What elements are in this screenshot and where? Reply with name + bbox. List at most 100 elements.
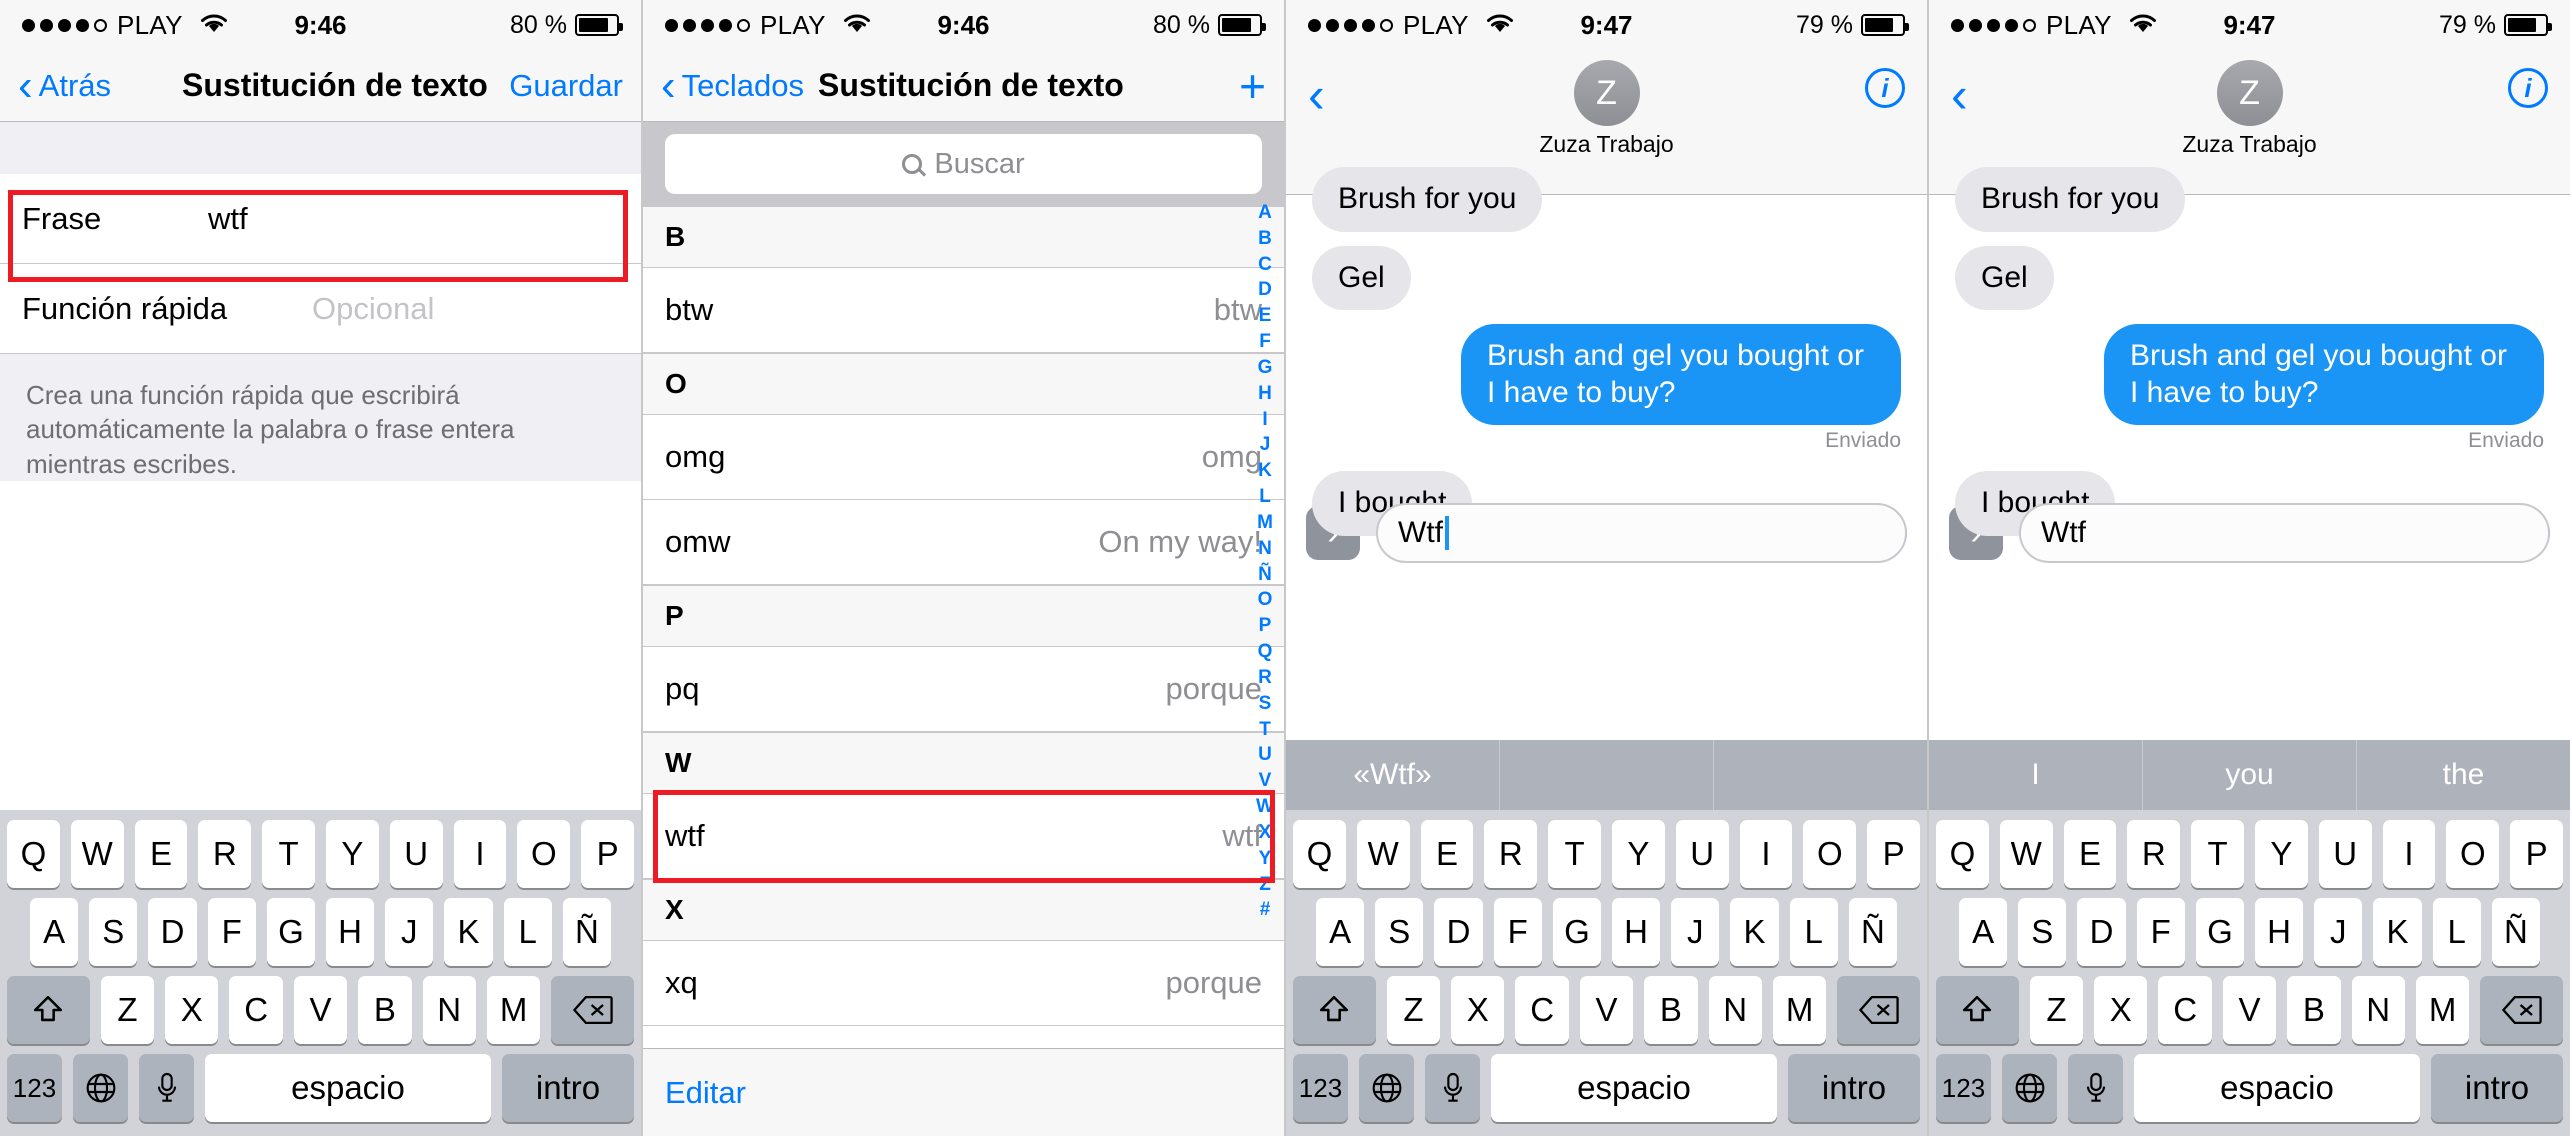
key-c[interactable]: C — [2158, 976, 2212, 1044]
index-letter[interactable]: A — [1258, 200, 1272, 226]
key-m[interactable]: M — [2415, 976, 2470, 1044]
key-b[interactable]: B — [358, 976, 412, 1044]
key-v[interactable]: V — [293, 976, 348, 1044]
microphone-icon[interactable] — [1425, 1054, 1480, 1122]
key-g[interactable]: G — [266, 898, 315, 966]
key-z[interactable]: Z — [2029, 976, 2084, 1044]
save-button[interactable]: Guardar — [509, 68, 623, 104]
key-e[interactable]: E — [2063, 820, 2117, 888]
index-letter[interactable]: B — [1258, 226, 1272, 252]
key-y[interactable]: Y — [2255, 820, 2308, 888]
key-p[interactable]: P — [2510, 820, 2563, 888]
key-enye[interactable]: Ñ — [1848, 898, 1898, 966]
index-letter[interactable]: W — [1256, 794, 1274, 820]
index-letter[interactable]: J — [1260, 432, 1271, 458]
delete-icon[interactable] — [551, 976, 634, 1044]
key-a[interactable]: A — [1315, 898, 1365, 966]
index-letter[interactable]: E — [1259, 303, 1272, 329]
key-t[interactable]: T — [2191, 820, 2244, 888]
key-n[interactable]: N — [1708, 976, 1762, 1044]
contact-header[interactable]: Z Zuza Trabajo — [1929, 60, 2570, 158]
return-key[interactable]: intro — [502, 1054, 634, 1122]
prediction-item[interactable] — [1500, 740, 1714, 810]
delete-icon[interactable] — [2480, 976, 2563, 1044]
phrase-row[interactable]: Frase wtf — [0, 174, 641, 264]
prediction-item[interactable] — [1714, 740, 1927, 810]
key-z[interactable]: Z — [100, 976, 155, 1044]
message-input[interactable]: Wtf — [2019, 503, 2550, 563]
index-letter[interactable]: # — [1260, 897, 1271, 923]
key-l[interactable]: L — [1789, 898, 1838, 966]
key-h[interactable]: H — [2255, 898, 2304, 966]
index-letter[interactable]: V — [1259, 768, 1272, 794]
globe-icon[interactable] — [1359, 1054, 1414, 1122]
message-input[interactable]: Wtf — [1376, 503, 1907, 563]
key-j[interactable]: J — [1671, 898, 1720, 966]
key-o[interactable]: O — [517, 820, 571, 888]
key-p[interactable]: P — [1867, 820, 1920, 888]
shift-icon[interactable] — [1293, 976, 1376, 1044]
key-c[interactable]: C — [1515, 976, 1569, 1044]
key-l[interactable]: L — [2432, 898, 2481, 966]
index-letter[interactable]: Ñ — [1258, 562, 1272, 588]
key-h[interactable]: H — [1612, 898, 1661, 966]
index-letter[interactable]: Z — [1259, 872, 1271, 898]
key-t[interactable]: T — [262, 820, 315, 888]
phrase-input[interactable]: wtf — [208, 201, 248, 237]
index-letter[interactable]: M — [1257, 510, 1273, 536]
key-j[interactable]: J — [2314, 898, 2363, 966]
space-key[interactable]: espacio — [205, 1054, 491, 1122]
globe-icon[interactable] — [2002, 1054, 2057, 1122]
index-letter[interactable]: D — [1258, 277, 1272, 303]
key-m[interactable]: M — [486, 976, 541, 1044]
key-i[interactable]: I — [1739, 820, 1793, 888]
key-w[interactable]: W — [1999, 820, 2053, 888]
key-c[interactable]: C — [229, 976, 283, 1044]
key-g[interactable]: G — [2195, 898, 2244, 966]
key-q[interactable]: Q — [1936, 820, 1989, 888]
contact-header[interactable]: Z Zuza Trabajo — [1286, 60, 1927, 158]
key-q[interactable]: Q — [7, 820, 60, 888]
key-enye[interactable]: Ñ — [2491, 898, 2541, 966]
list-item[interactable]: pq porque — [643, 647, 1284, 732]
index-letter[interactable]: G — [1258, 355, 1273, 381]
prediction-item[interactable]: I — [1929, 740, 2143, 810]
key-i[interactable]: I — [2382, 820, 2436, 888]
key-o[interactable]: O — [1803, 820, 1857, 888]
key-s[interactable]: S — [1375, 898, 1424, 966]
key-f[interactable]: F — [207, 898, 256, 966]
plus-icon[interactable]: + — [1239, 63, 1266, 109]
key-f[interactable]: F — [1493, 898, 1542, 966]
key-n[interactable]: N — [2351, 976, 2405, 1044]
key-d[interactable]: D — [1434, 898, 1483, 966]
key-t[interactable]: T — [1548, 820, 1601, 888]
return-key[interactable]: intro — [1788, 1054, 1920, 1122]
key-o[interactable]: O — [2446, 820, 2500, 888]
back-button[interactable]: ‹ Teclados — [661, 63, 804, 108]
key-w[interactable]: W — [1356, 820, 1410, 888]
microphone-icon[interactable] — [2068, 1054, 2123, 1122]
prediction-item[interactable]: the — [2357, 740, 2570, 810]
key-f[interactable]: F — [2136, 898, 2185, 966]
space-key[interactable]: espacio — [2134, 1054, 2420, 1122]
alphabet-index[interactable]: A B C D E F G H I J K L M N Ñ O P Q R S … — [1252, 200, 1278, 923]
key-r[interactable]: R — [2127, 820, 2181, 888]
key-k[interactable]: K — [2373, 898, 2422, 966]
key-y[interactable]: Y — [326, 820, 379, 888]
key-d[interactable]: D — [148, 898, 197, 966]
key-u[interactable]: U — [389, 820, 443, 888]
numbers-key[interactable]: 123 — [7, 1054, 62, 1122]
key-s[interactable]: S — [89, 898, 138, 966]
key-n[interactable]: N — [422, 976, 476, 1044]
shortcut-input[interactable]: Opcional — [312, 291, 434, 327]
index-letter[interactable]: Q — [1258, 639, 1273, 665]
index-letter[interactable]: K — [1258, 458, 1272, 484]
key-b[interactable]: B — [1644, 976, 1698, 1044]
key-m[interactable]: M — [1772, 976, 1827, 1044]
list-item-wtf[interactable]: wtf wtf — [643, 794, 1284, 879]
key-l[interactable]: L — [503, 898, 552, 966]
key-j[interactable]: J — [385, 898, 434, 966]
index-letter[interactable]: H — [1258, 381, 1272, 407]
shift-icon[interactable] — [7, 976, 90, 1044]
key-g[interactable]: G — [1552, 898, 1601, 966]
